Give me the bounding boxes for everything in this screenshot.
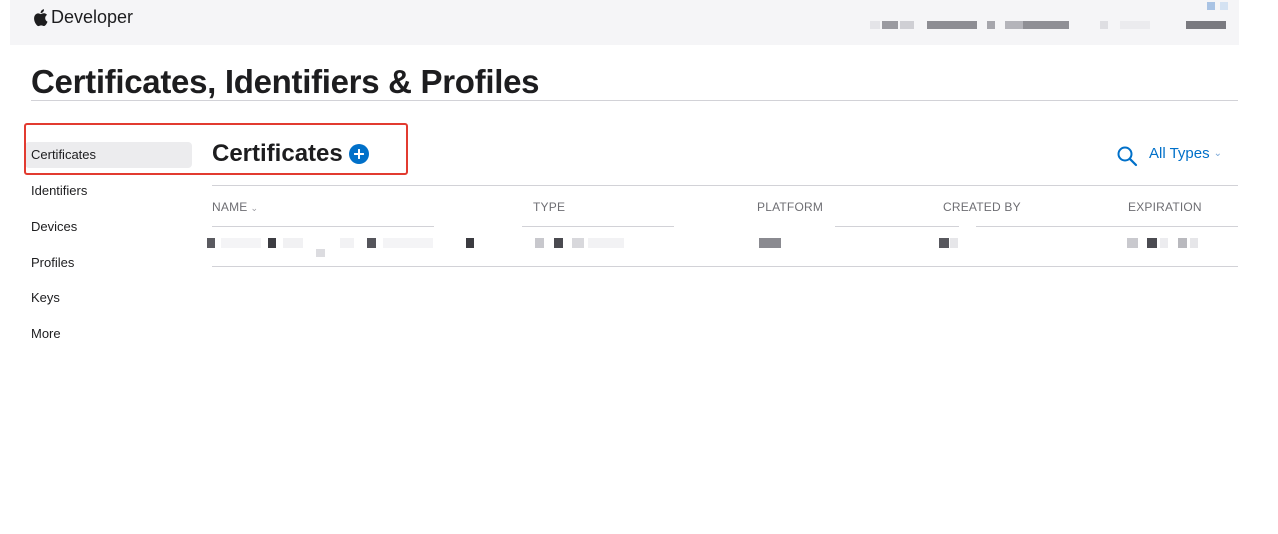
search-icon[interactable]: [1116, 145, 1138, 167]
apple-logo-icon: [34, 8, 48, 26]
brand-text: Developer: [51, 7, 134, 27]
sidebar-item-more[interactable]: More: [25, 321, 192, 347]
title-divider: [31, 100, 1238, 101]
sidebar-item-profiles[interactable]: Profiles: [25, 250, 192, 276]
developer-brand-link[interactable]: Developer: [32, 7, 133, 27]
page-title: Certificates, Identifiers & Profiles: [31, 63, 540, 100]
table-header-divider: [976, 226, 1238, 227]
table-header-divider: [835, 226, 959, 227]
sort-chevron-icon: ⌄: [250, 203, 259, 213]
annotation-highlight-box: [24, 123, 408, 175]
column-header-platform: PLATFORM: [757, 200, 824, 214]
column-header-name[interactable]: NAME ⌄: [212, 199, 258, 216]
table-row-divider: [212, 266, 1238, 267]
chevron-down-icon: ⌄: [1213, 148, 1222, 159]
table-header-divider: [212, 226, 434, 227]
filter-label: All Types: [1149, 145, 1210, 162]
column-header-created-by: CREATED BY: [943, 200, 1021, 214]
global-nav: Developer: [10, 0, 1239, 45]
column-header-type: TYPE: [533, 200, 566, 214]
table-header-divider: [522, 226, 674, 227]
type-filter-dropdown[interactable]: All Types ⌄: [1149, 143, 1222, 165]
column-header-name-label: NAME: [212, 200, 248, 214]
sidebar-item-devices[interactable]: Devices: [25, 214, 192, 240]
table-top-divider: [212, 185, 1238, 186]
sidebar-item-identifiers[interactable]: Identifiers: [25, 178, 192, 204]
sidebar-item-keys[interactable]: Keys: [25, 285, 192, 311]
column-header-expiration: EXPIRATION: [1128, 200, 1202, 214]
